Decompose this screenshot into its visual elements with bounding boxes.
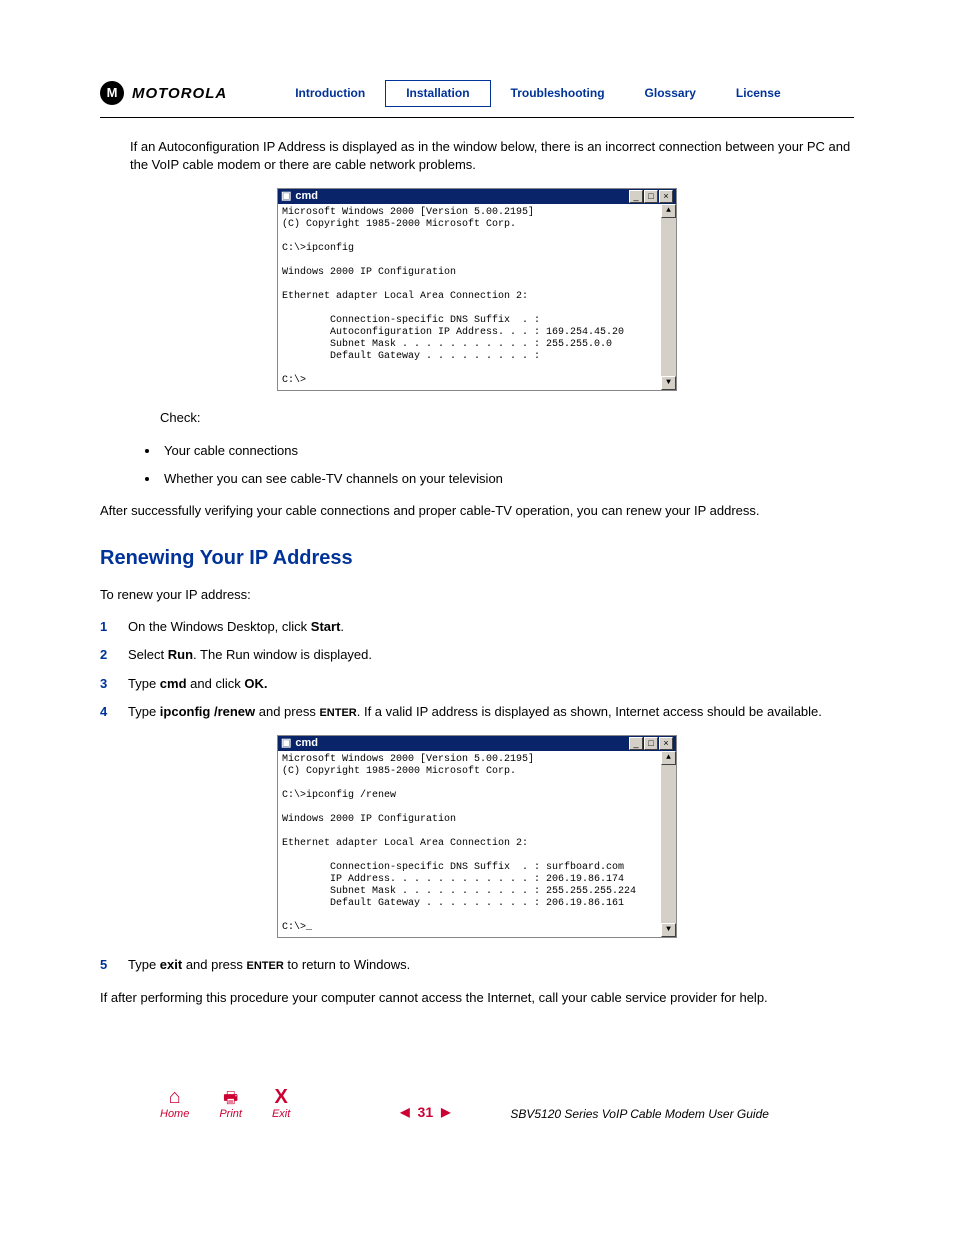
- step-bold: Run: [168, 647, 193, 662]
- exit-icon: X: [274, 1087, 287, 1107]
- home-label: Home: [160, 1107, 189, 1122]
- nav-introduction[interactable]: Introduction: [275, 81, 385, 106]
- after-check-paragraph: After successfully verifying your cable …: [100, 502, 854, 520]
- step-text: and click: [187, 676, 245, 691]
- cmd-icon: ▣: [281, 190, 291, 203]
- step-3: 3 Type cmd and click OK.: [100, 675, 854, 693]
- scrollbar[interactable]: ▲ ▼: [661, 204, 676, 390]
- print-button[interactable]: 🖶 Print: [219, 1091, 242, 1122]
- print-icon: 🖶: [223, 1091, 238, 1107]
- exit-label: Exit: [272, 1107, 290, 1122]
- steps-list: 1 On the Windows Desktop, click Start. 2…: [100, 618, 854, 721]
- minimize-icon[interactable]: _: [629, 737, 643, 750]
- step-text: to return to Windows.: [284, 957, 410, 972]
- next-page-icon[interactable]: ▶: [441, 1104, 450, 1121]
- check-item-cables: Your cable connections: [160, 442, 854, 460]
- check-label: Check:: [160, 409, 854, 427]
- close-icon[interactable]: ×: [659, 190, 673, 203]
- close-icon[interactable]: ×: [659, 737, 673, 750]
- maximize-icon[interactable]: □: [644, 737, 658, 750]
- step-text: Type: [128, 676, 160, 691]
- step-number: 4: [100, 703, 128, 721]
- cmd-title-text: cmd: [295, 190, 318, 203]
- nav-glossary[interactable]: Glossary: [625, 81, 716, 106]
- step-text: and press: [182, 957, 246, 972]
- cmd-title-text: cmd: [295, 737, 318, 750]
- step-number: 5: [100, 956, 128, 974]
- step-number: 3: [100, 675, 128, 693]
- nav-license[interactable]: License: [716, 81, 801, 106]
- check-list: Your cable connections Whether you can s…: [160, 442, 854, 488]
- step-number: 2: [100, 646, 128, 664]
- nav-troubleshooting[interactable]: Troubleshooting: [491, 81, 625, 106]
- cmd-window-renew: ▣ cmd _ □ × Microsoft Windows 2000 [Vers…: [277, 735, 677, 938]
- exit-button[interactable]: X Exit: [272, 1087, 290, 1122]
- page-footer: ⌂ Home 🖶 Print X Exit ◀ 31 ▶ SBV5120 Ser…: [100, 1087, 854, 1122]
- header-rule: [100, 117, 854, 118]
- step-bold: OK.: [244, 676, 267, 691]
- scroll-up-icon[interactable]: ▲: [661, 751, 676, 765]
- cmd-titlebar: ▣ cmd _ □ ×: [278, 189, 676, 204]
- step-bold: Start: [311, 619, 341, 634]
- step-number: 1: [100, 618, 128, 636]
- cmd-titlebar: ▣ cmd _ □ ×: [278, 736, 676, 751]
- scroll-up-icon[interactable]: ▲: [661, 204, 676, 218]
- page-header: M MOTOROLA Introduction Installation Tro…: [100, 80, 854, 107]
- home-icon: ⌂: [169, 1087, 181, 1107]
- cmd-window-autoconfig: ▣ cmd _ □ × Microsoft Windows 2000 [Vers…: [277, 188, 677, 391]
- prev-page-icon[interactable]: ◀: [400, 1104, 409, 1121]
- step-bold: exit: [160, 957, 182, 972]
- page-number: 31: [418, 1103, 434, 1123]
- step-bold: ipconfig /renew: [160, 704, 255, 719]
- top-nav: Introduction Installation Troubleshootin…: [275, 80, 800, 107]
- pager: ◀ 31 ▶: [400, 1103, 450, 1123]
- step-bold: cmd: [160, 676, 187, 691]
- step-text: Type: [128, 957, 160, 972]
- section-heading-renew: Renewing Your IP Address: [100, 544, 854, 572]
- home-button[interactable]: ⌂ Home: [160, 1087, 189, 1122]
- motorola-logo-icon: M: [100, 81, 124, 105]
- renew-intro: To renew your IP address:: [100, 586, 854, 604]
- step-text: . The Run window is displayed.: [193, 647, 372, 662]
- step-text: and press: [255, 704, 319, 719]
- minimize-icon[interactable]: _: [629, 190, 643, 203]
- nav-installation[interactable]: Installation: [385, 80, 490, 107]
- intro-paragraph: If an Autoconfiguration IP Address is di…: [130, 138, 854, 174]
- step-text: .: [340, 619, 344, 634]
- step-text: Select: [128, 647, 168, 662]
- step-4: 4 Type ipconfig /renew and press ENTER. …: [100, 703, 854, 721]
- step-smallcaps: ENTER: [247, 960, 284, 972]
- cmd-icon: ▣: [281, 737, 291, 750]
- check-item-tv: Whether you can see cable-TV channels on…: [160, 470, 854, 488]
- step-2: 2 Select Run. The Run window is displaye…: [100, 646, 854, 664]
- step-5: 5 Type exit and press ENTER to return to…: [100, 956, 854, 974]
- step-text: . If a valid IP address is displayed as …: [357, 704, 822, 719]
- step-text: Type: [128, 704, 160, 719]
- maximize-icon[interactable]: □: [644, 190, 658, 203]
- step-smallcaps: ENTER: [319, 707, 356, 719]
- guide-title: SBV5120 Series VoIP Cable Modem User Gui…: [510, 1106, 769, 1123]
- cmd-output: Microsoft Windows 2000 [Version 5.00.219…: [278, 751, 661, 937]
- closing-paragraph: If after performing this procedure your …: [100, 989, 854, 1007]
- scroll-down-icon[interactable]: ▼: [661, 923, 676, 937]
- steps-list-2: 5 Type exit and press ENTER to return to…: [100, 956, 854, 974]
- brand-name: MOTOROLA: [132, 83, 227, 104]
- cmd-output: Microsoft Windows 2000 [Version 5.00.219…: [278, 204, 661, 390]
- scrollbar[interactable]: ▲ ▼: [661, 751, 676, 937]
- print-label: Print: [219, 1107, 242, 1122]
- step-text: On the Windows Desktop, click: [128, 619, 311, 634]
- step-1: 1 On the Windows Desktop, click Start.: [100, 618, 854, 636]
- scroll-down-icon[interactable]: ▼: [661, 376, 676, 390]
